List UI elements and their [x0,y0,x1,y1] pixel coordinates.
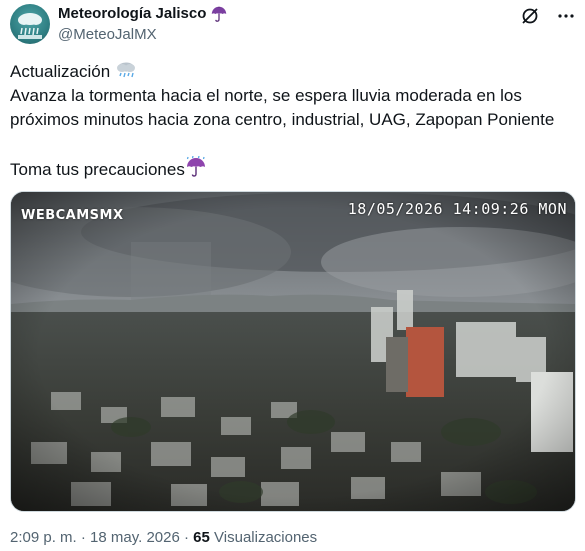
header-actions [520,6,576,26]
umbrella-rain-icon [186,156,205,177]
display-name-text[interactable]: Meteorología Jalisco [58,4,206,24]
avatar[interactable] [10,4,50,44]
tweet-text: Actualización Avanza la tormenta hacia e… [10,60,576,182]
tweet-media-image[interactable]: WEBCAMSMX 18/05/2026 14:09:26 MON [10,191,576,512]
more-icon[interactable] [556,6,576,26]
tweet-date[interactable]: 18 may. 2026 [90,529,180,546]
rain-cloud-icon [116,62,135,78]
display-name[interactable]: Meteorología Jalisco [58,4,228,24]
tweet-meta: 2:09 p. m. · 18 may. 2026 · 65 Visualiza… [10,529,317,546]
meta-separator: · [184,529,189,546]
meta-separator: · [80,529,86,546]
grok-icon[interactable] [520,6,540,26]
avatar-cloud-icon [18,13,42,39]
handle[interactable]: @MeteoJalMX [58,25,228,45]
tweet-line-1: Actualización [10,60,576,84]
tweet-time[interactable]: 2:09 p. m. [10,529,77,546]
tweet-line-1-text: Actualización [10,62,111,81]
tweet-line-5: Toma tus precauciones [10,156,576,182]
tweet-header: Meteorología Jalisco @MeteoJalMX [10,2,576,46]
webcam-timestamp: 18/05/2026 14:09:26 MON [347,200,567,218]
webcam-logo: WEBCAMSMX [21,208,124,223]
views-count[interactable]: 65 [193,529,210,546]
tweet-line-5-text: Toma tus precauciones [10,160,185,179]
tweet-line-2: Avanza la tormenta hacia el norte, se es… [10,86,522,105]
author-names: Meteorología Jalisco @MeteoJalMX [58,4,228,45]
tweet-line-3: próximos minutos hacia zona centro, indu… [10,110,555,129]
views-label[interactable]: Visualizaciones [214,529,317,546]
umbrella-icon [212,6,227,22]
webcam-city-photo [11,192,575,511]
